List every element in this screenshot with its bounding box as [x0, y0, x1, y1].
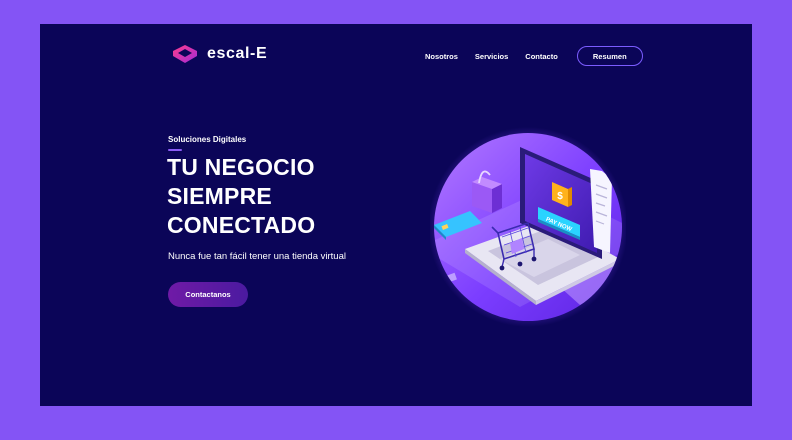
- logo-icon: [173, 45, 197, 63]
- nav-link-nosotros[interactable]: Nosotros: [425, 52, 458, 61]
- brand-logo[interactable]: escal-E: [172, 44, 267, 64]
- nav-link-servicios[interactable]: Servicios: [475, 52, 508, 61]
- page-headline: TU NEGOCIO SIEMPRE CONECTADO: [167, 153, 315, 240]
- headline-line-1: TU NEGOCIO: [167, 154, 315, 180]
- brand-name: escal-E: [207, 45, 268, 62]
- coin-symbol: $: [557, 191, 563, 202]
- contact-button[interactable]: Contactanos: [168, 282, 248, 307]
- nav-link-contacto[interactable]: Contacto: [525, 52, 558, 61]
- browser-frame: escal-E Nosotros Servicios Contacto Resu…: [40, 24, 752, 406]
- hero-subtitle: Nunca fue tan fácil tener una tienda vir…: [168, 251, 346, 262]
- eyebrow-divider: [168, 149, 182, 151]
- headline-line-3: CONECTADO: [167, 212, 316, 238]
- resumen-button[interactable]: Resumen: [576, 46, 643, 66]
- headline-line-2: SIEMPRE: [167, 183, 272, 209]
- ecommerce-illustration: $ PAY NOW: [430, 127, 626, 327]
- eyebrow-text: Soluciones Digitales: [168, 135, 247, 144]
- top-nav: Nosotros Servicios Contacto Resumen: [425, 46, 643, 66]
